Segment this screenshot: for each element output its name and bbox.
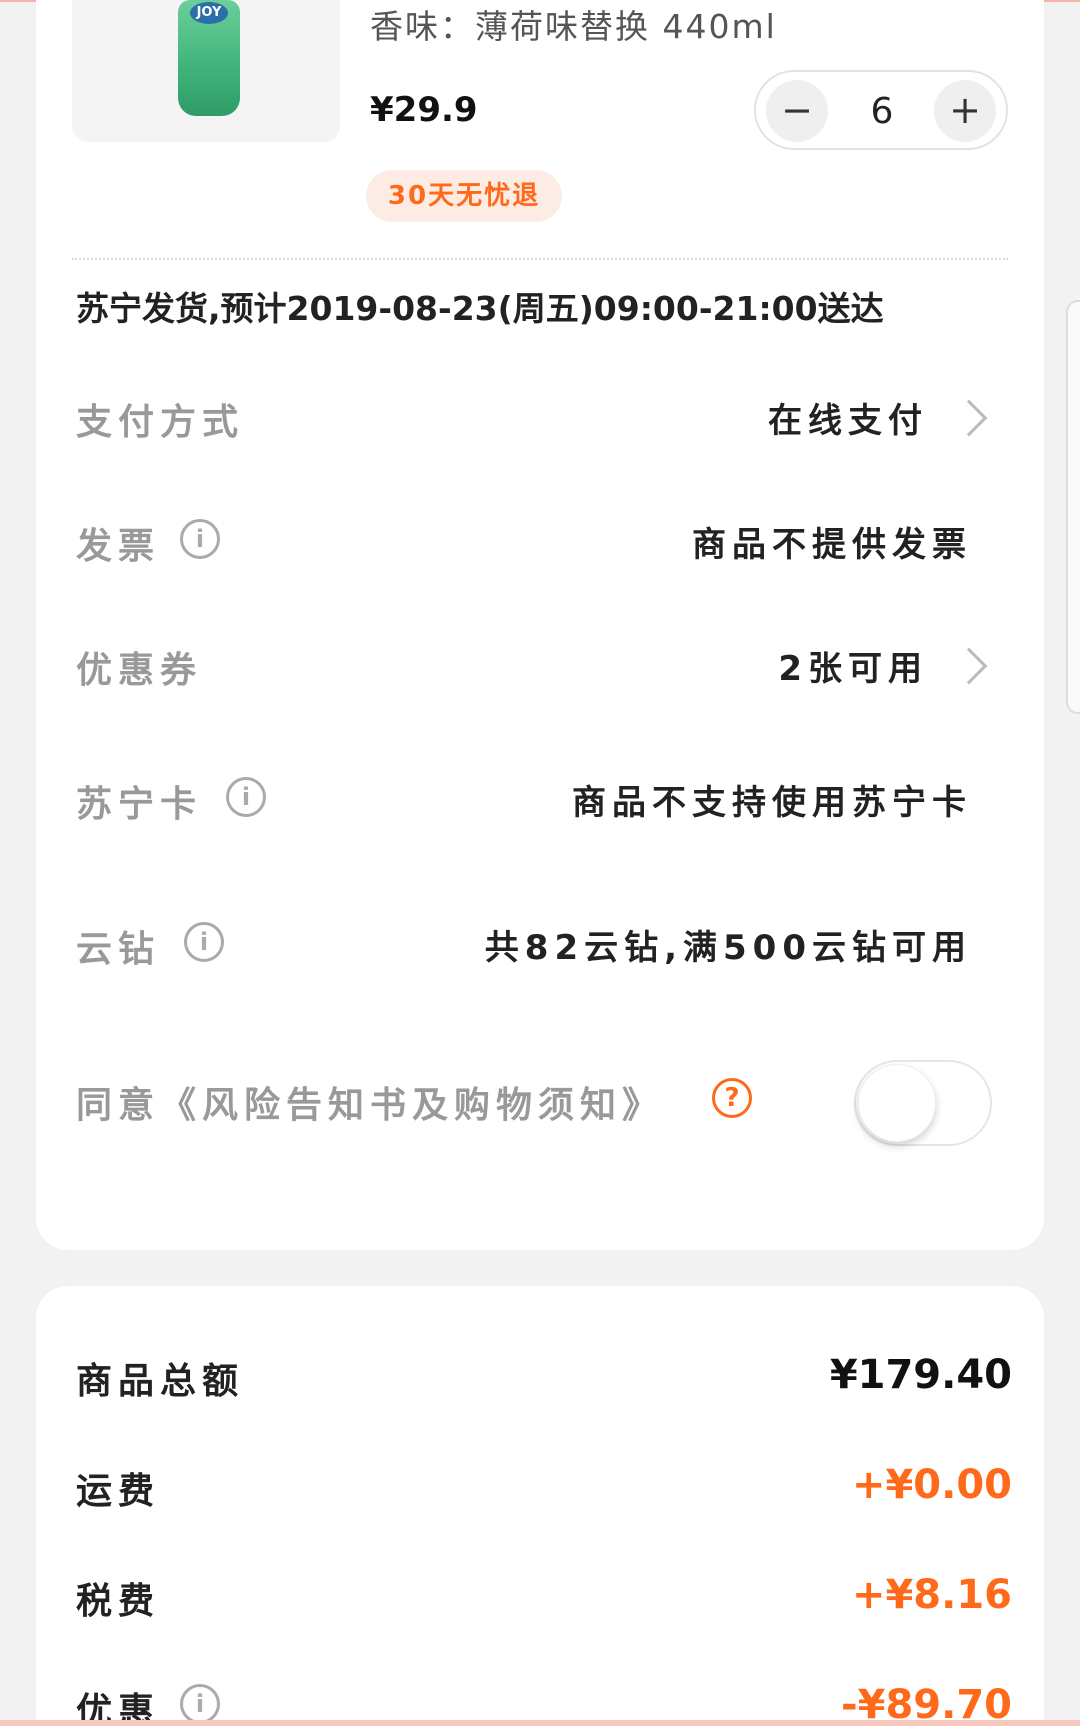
info-icon[interactable]: i bbox=[180, 1684, 220, 1724]
payment-method-label: 支付方式 bbox=[76, 402, 245, 443]
tax-label: 税费 bbox=[76, 1581, 161, 1622]
coupon-value: 2张可用 bbox=[778, 649, 928, 689]
shipping-row: 运费 +¥0.00 bbox=[76, 1462, 1012, 1518]
price-summary-card: 商品总额 ¥179.40 运费 +¥0.00 税费 +¥8.16 优惠 i -¥… bbox=[36, 1286, 1044, 1726]
goods-total-row: 商品总额 ¥179.40 bbox=[76, 1352, 1012, 1408]
agreement-label[interactable]: 同意《风险告知书及购物须知》 bbox=[76, 1076, 664, 1128]
product-price: ¥29.9 bbox=[370, 90, 478, 130]
divider bbox=[72, 258, 1008, 260]
order-options-card: JOY 香味：薄荷味替换 440ml ¥29.9 − 6 + 30天无忧退 苏宁… bbox=[36, 0, 1044, 1250]
product-spec: 香味：薄荷味替换 440ml bbox=[370, 7, 777, 46]
tax-row: 税费 +¥8.16 bbox=[76, 1572, 1012, 1628]
quantity-stepper: − 6 + bbox=[754, 70, 1008, 150]
product-thumbnail[interactable]: JOY bbox=[72, 0, 340, 142]
scrollbar[interactable] bbox=[1066, 300, 1080, 714]
brand-logo: JOY bbox=[190, 2, 228, 24]
increase-quantity-button[interactable]: + bbox=[934, 80, 996, 142]
bottom-strip bbox=[0, 1720, 1080, 1726]
return-policy-badge: 30天无忧退 bbox=[366, 170, 562, 222]
invoice-value: 商品不提供发票 bbox=[692, 525, 972, 565]
toggle-knob bbox=[858, 1064, 936, 1142]
payment-method-value: 在线支付 bbox=[768, 401, 928, 441]
info-icon[interactable]: i bbox=[226, 777, 266, 817]
coupon-label: 优惠券 bbox=[76, 650, 203, 691]
info-icon[interactable]: i bbox=[184, 922, 224, 962]
suning-card-label: 苏宁卡 bbox=[76, 784, 203, 825]
suning-card-value: 商品不支持使用苏宁卡 bbox=[572, 783, 972, 823]
suning-card-row: 苏宁卡 i 商品不支持使用苏宁卡 bbox=[76, 775, 1032, 835]
help-icon[interactable]: ? bbox=[712, 1078, 752, 1118]
chevron-right-icon bbox=[950, 399, 988, 437]
goods-total-value: ¥179.40 bbox=[829, 1352, 1012, 1398]
info-icon[interactable]: i bbox=[180, 519, 220, 559]
tax-value: +¥8.16 bbox=[851, 1572, 1012, 1618]
agreement-row: 同意《风险告知书及购物须知》 ? bbox=[76, 1060, 1032, 1146]
payment-method-row[interactable]: 支付方式 在线支付 bbox=[76, 393, 1032, 453]
goods-total-label: 商品总额 bbox=[76, 1361, 245, 1402]
decrease-quantity-button[interactable]: − bbox=[766, 80, 828, 142]
invoice-row: 发票 i 商品不提供发票 bbox=[76, 517, 1032, 577]
cloud-diamond-label: 云钻 bbox=[76, 929, 161, 970]
coupon-row[interactable]: 优惠券 2张可用 bbox=[76, 641, 1032, 701]
chevron-right-icon bbox=[950, 647, 988, 685]
cloud-diamond-row: 云钻 i 共82云钻,满500云钻可用 bbox=[76, 920, 1032, 980]
agreement-toggle[interactable] bbox=[854, 1060, 992, 1146]
shipping-value: +¥0.00 bbox=[851, 1462, 1012, 1508]
shipping-label: 运费 bbox=[76, 1471, 161, 1512]
invoice-label: 发票 bbox=[76, 526, 161, 567]
cloud-diamond-value: 共82云钻,满500云钻可用 bbox=[484, 928, 972, 968]
delivery-estimate: 苏宁发货,预计2019-08-23(周五)09:00-21:00送达 bbox=[76, 289, 884, 328]
quantity-value[interactable]: 6 bbox=[846, 72, 918, 148]
